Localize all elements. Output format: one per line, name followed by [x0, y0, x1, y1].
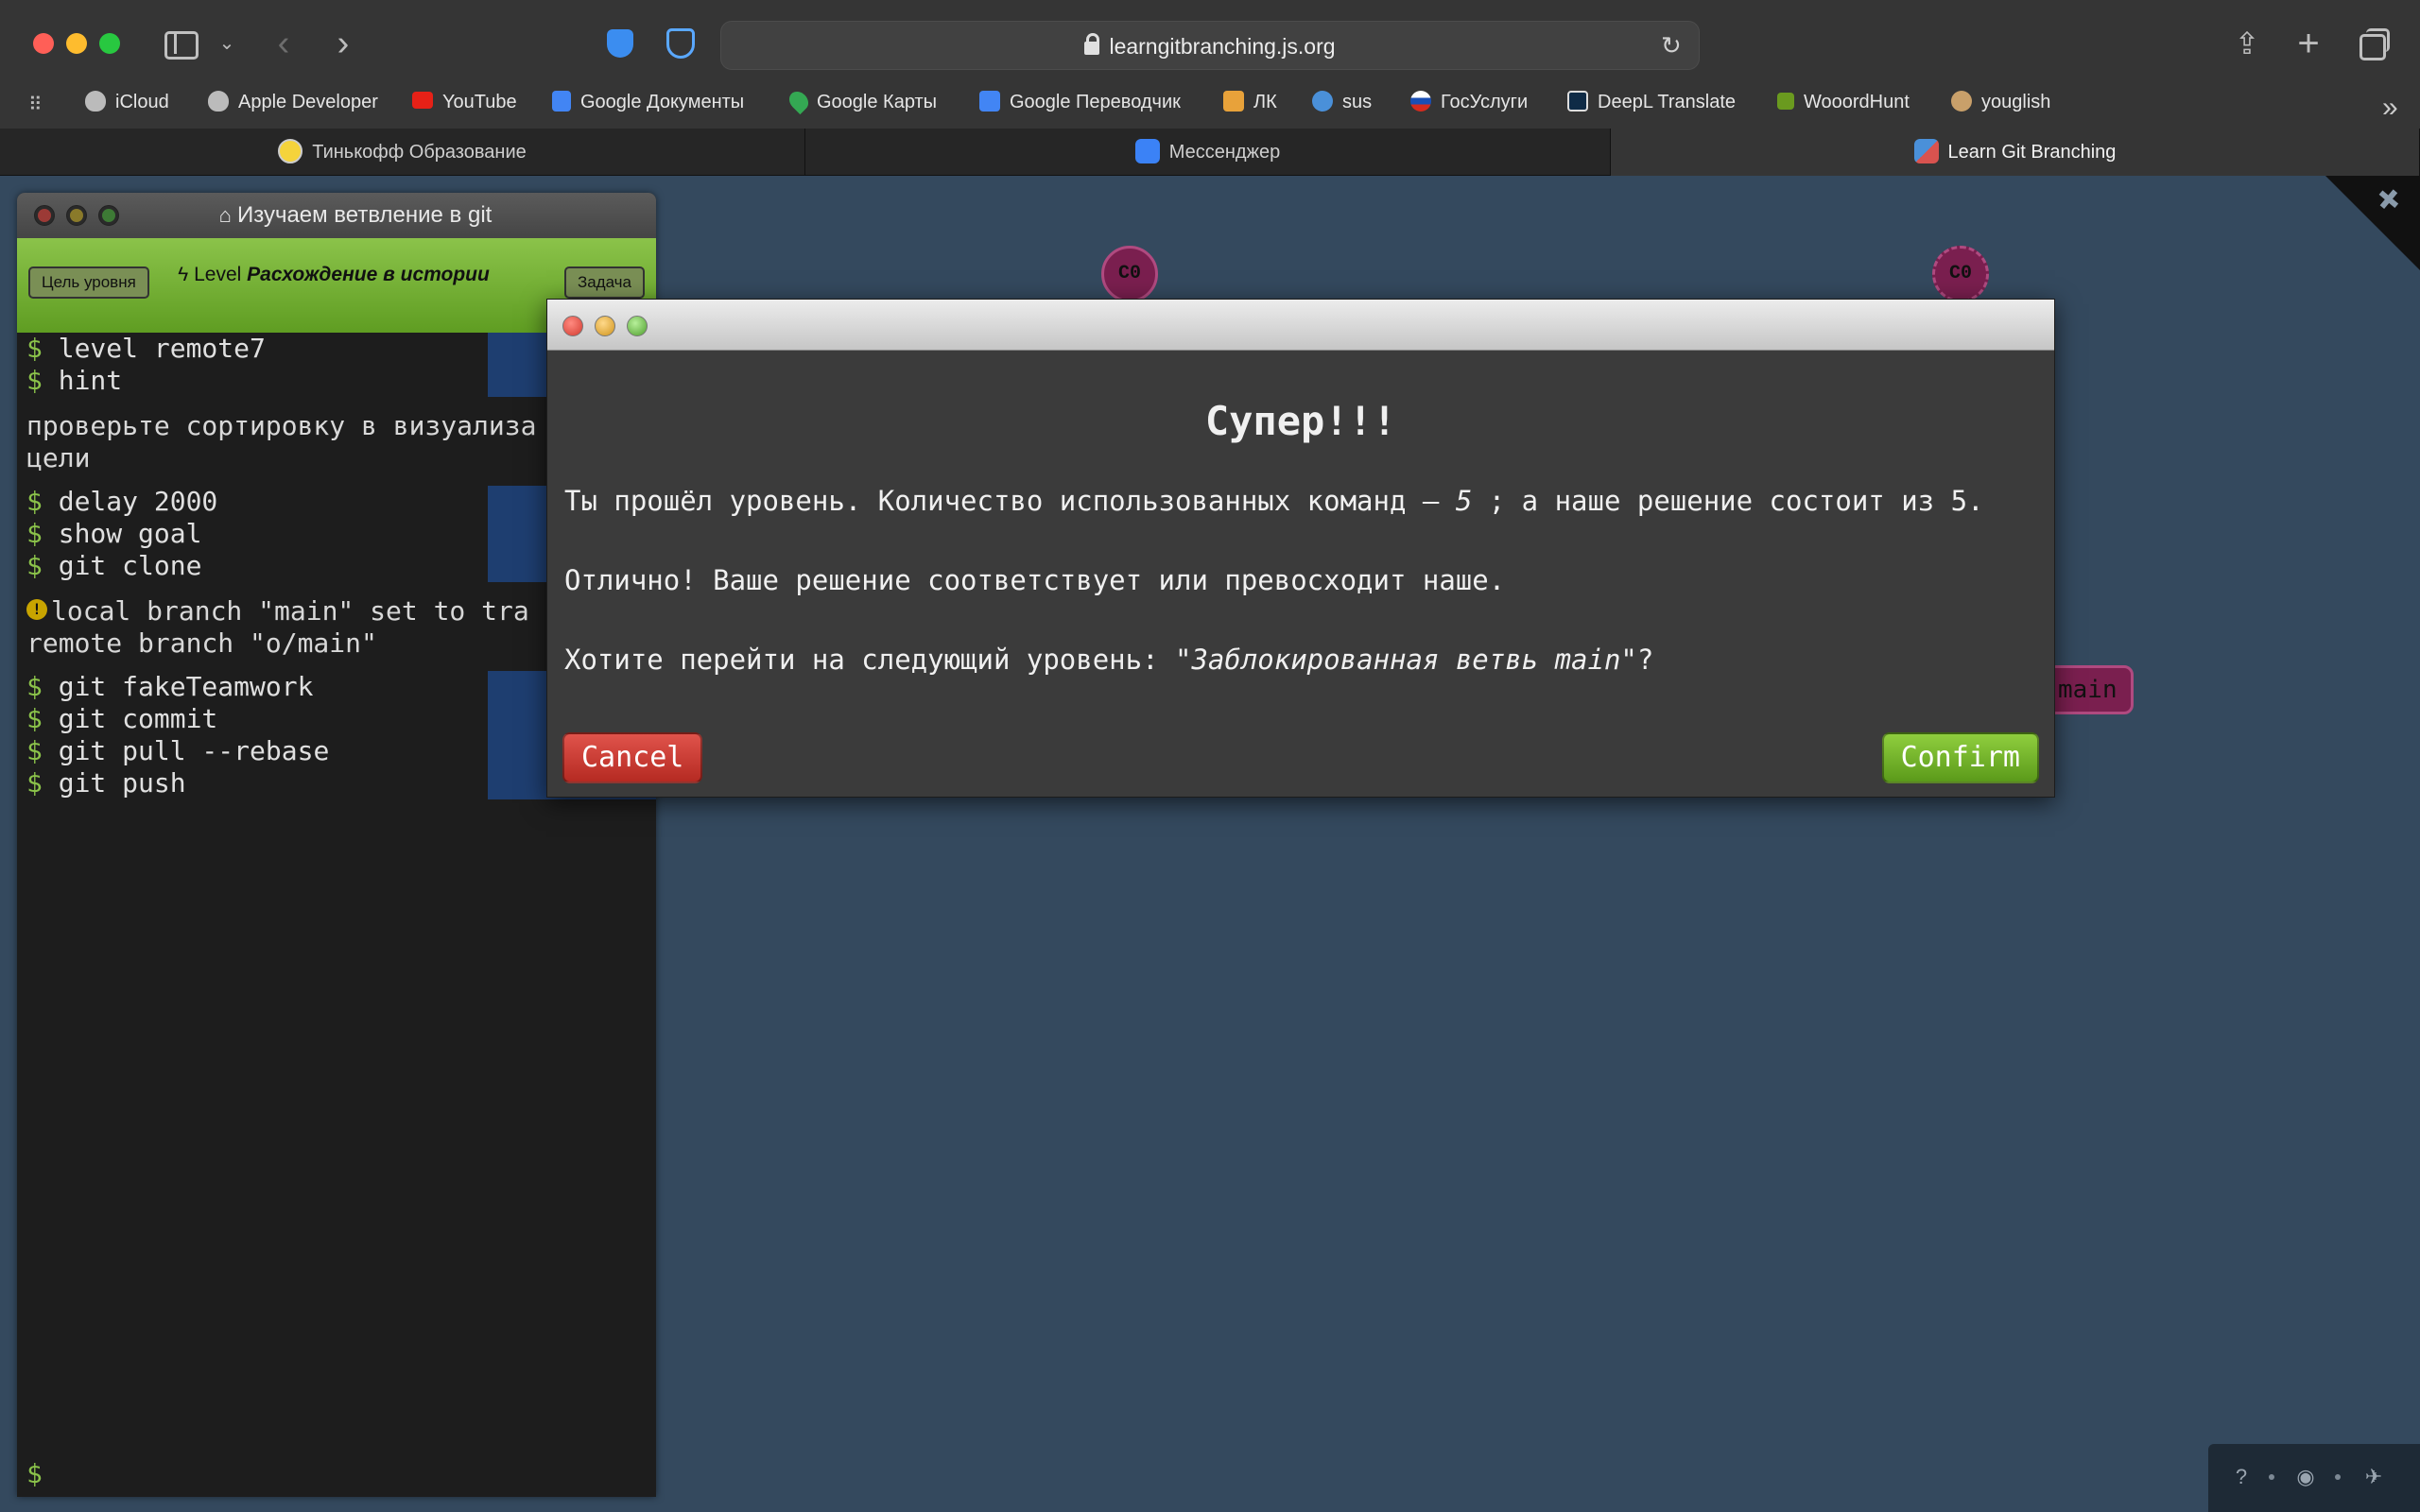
globe-icon[interactable]: ◉ [2293, 1465, 2318, 1489]
warning-icon: ! [26, 599, 47, 620]
bookmark-gosuslugi[interactable]: ГосУслуги [1410, 87, 1528, 129]
level-name: Расхождение в истории [247, 264, 490, 285]
home-icon: ⌂ [218, 203, 232, 227]
command-prompt[interactable]: $ [26, 1458, 43, 1489]
forward-button[interactable]: › [329, 26, 357, 61]
help-icon[interactable]: ? [2229, 1465, 2254, 1489]
google-maps-icon [785, 87, 813, 114]
command-count: 5 [1455, 485, 1473, 517]
bookmark-apple-developer[interactable]: Apple Developer [208, 87, 378, 129]
yandex-icon [1312, 90, 1333, 112]
dialog-heading: Супер!!! [1204, 398, 1397, 444]
confirm-button[interactable]: Confirm [1881, 732, 2039, 783]
bookmark-deepl[interactable]: DeepL Translate [1567, 87, 1736, 129]
dialog-titlebar [547, 300, 2054, 351]
wooordhunt-icon [1777, 92, 1794, 110]
bookmarks-bar: ⠿ iCloud Apple Developer YouTube Google … [0, 87, 2420, 129]
cancel-button[interactable]: Cancel [562, 732, 703, 783]
corner-ribbon[interactable] [2325, 176, 2420, 270]
bookmark-google-translate[interactable]: Google Переводчик [979, 87, 1181, 129]
dialog-praise-text: Отлично! Ваше решение соответствует или … [564, 564, 1506, 596]
level-goal-button[interactable]: Цель уровня [28, 266, 149, 299]
tab-overview-icon[interactable] [2356, 26, 2390, 60]
bookmark-sus[interactable]: sus [1312, 87, 1372, 129]
deepl-icon [1567, 90, 1588, 112]
bookmark-youglish[interactable]: youglish [1951, 87, 2050, 129]
address-bar[interactable]: learngitbranching.js.org ↻ [720, 21, 1700, 70]
next-level-name: Заблокированная ветвь main [1191, 644, 1621, 676]
url-text: learngitbranching.js.org [721, 22, 1699, 71]
page-content: ✚ C0 C0 main ⌂ Изучаем ветвление в git Це… [0, 176, 2420, 1512]
twitter-icon[interactable]: ✈ [2361, 1465, 2386, 1489]
url-label: learngitbranching.js.org [1109, 34, 1336, 59]
dialog-result-text: Ты прошёл уровень. Количество использова… [564, 485, 1984, 517]
chevron-double-right-icon[interactable]: » [2382, 89, 2398, 127]
browser-toolbar: ⌄ ‹ › learngitbranching.js.org ↻ ⇪ + [0, 0, 2420, 87]
tab-learn-git-branching[interactable]: Learn Git Branching [1611, 129, 2420, 176]
lk-icon [1223, 90, 1244, 112]
back-button[interactable]: ‹ [269, 26, 298, 61]
extension-shield-icon[interactable] [605, 26, 635, 60]
share-icon[interactable]: ⇪ [2233, 26, 2261, 60]
git-branching-icon [1913, 138, 1939, 163]
task-button[interactable]: Задача [563, 266, 645, 299]
google-translate-icon [979, 90, 1000, 112]
bookmark-google-maps[interactable]: Google Карты [785, 87, 937, 129]
apple-icon [85, 90, 106, 112]
apple-icon [208, 90, 229, 112]
bolt-icon: ϟ [178, 264, 189, 285]
separator-dot [2269, 1474, 2274, 1480]
goal-commit-node[interactable]: C0 [1932, 246, 1989, 302]
new-tab-icon[interactable]: + [2292, 25, 2325, 62]
bookmark-google-docs[interactable]: Google Документы [552, 87, 744, 129]
terminal-title: ⌂ Изучаем ветвление в git [17, 193, 656, 238]
google-docs-icon [552, 90, 571, 112]
tab-tinkoff[interactable]: Тинькофф Образование [0, 129, 805, 176]
bookmark-lk[interactable]: ЛК [1223, 87, 1277, 129]
window-minimize-button[interactable] [66, 33, 87, 54]
bookmark-wooordhunt[interactable]: WooordHunt [1777, 87, 1910, 129]
window-close-button[interactable] [33, 33, 54, 54]
dialog-zoom-button[interactable] [627, 316, 648, 336]
level-title: ϟ Level Расхождение в истории [178, 264, 490, 285]
help-bar: ? ◉ ✈ [2208, 1444, 2420, 1512]
dialog-minimize-button[interactable] [595, 316, 615, 336]
tab-bar: Тинькофф Образование Мессенджер Learn Gi… [0, 129, 2420, 176]
lock-icon [1084, 33, 1100, 55]
window-zoom-button[interactable] [99, 33, 120, 54]
tinkoff-icon [278, 138, 303, 163]
dialog-body: Супер!!! Ты прошёл уровень. Количество и… [547, 351, 2054, 683]
bookmark-youtube[interactable]: YouTube [412, 87, 517, 129]
dialog-close-button[interactable] [562, 316, 583, 336]
messenger-icon [1134, 138, 1160, 163]
grid-icon[interactable]: ⠿ [28, 94, 49, 115]
chevron-down-icon[interactable]: ⌄ [216, 26, 238, 60]
separator-dot [2335, 1474, 2341, 1480]
terminal-titlebar: ⌂ Изучаем ветвление в git [17, 193, 656, 238]
bookmark-icloud[interactable]: iCloud [85, 87, 169, 129]
tab-messenger[interactable]: Мессенджер [805, 129, 1611, 176]
branch-label[interactable]: main [2042, 665, 2134, 714]
level-complete-dialog: Супер!!! Ты прошёл уровень. Количество и… [546, 299, 2055, 798]
youglish-icon [1951, 90, 1972, 112]
gosuslugi-icon [1410, 90, 1431, 112]
sidebar-toggle-icon[interactable] [163, 26, 199, 60]
extension-adguard-icon[interactable] [664, 26, 698, 60]
youtube-icon [412, 91, 433, 109]
commit-node[interactable]: C0 [1101, 246, 1158, 302]
dialog-next-level-text: Хотите перейти на следующий уровень: "За… [564, 644, 1654, 676]
reload-icon[interactable]: ↻ [1661, 33, 1685, 58]
